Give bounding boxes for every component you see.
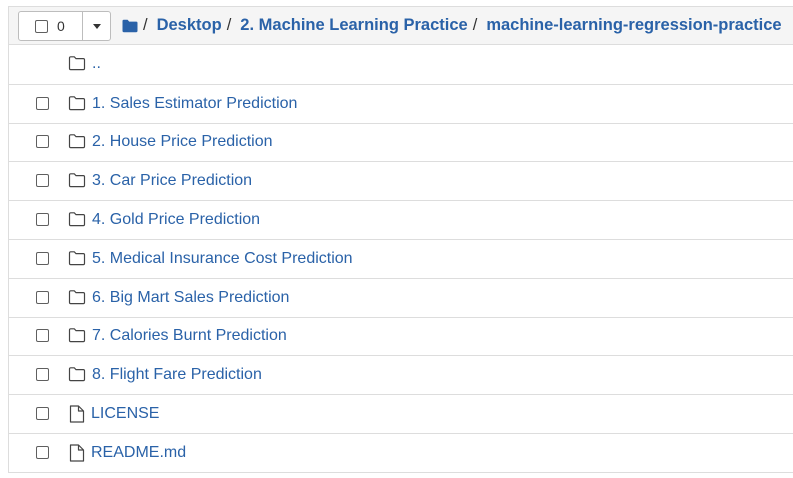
item-link[interactable]: 6. Big Mart Sales Prediction (92, 289, 289, 307)
row-checkbox[interactable] (36, 251, 49, 265)
folder-icon[interactable] (122, 19, 138, 33)
item-link[interactable]: 3. Car Price Prediction (92, 172, 252, 190)
select-all-button[interactable]: 0 (19, 12, 83, 40)
item-link[interactable]: LICENSE (91, 405, 159, 423)
folder-icon (68, 289, 86, 305)
row-checkbox[interactable] (36, 290, 49, 304)
row-checkbox[interactable] (36, 407, 49, 421)
item-link[interactable]: 5. Medical Insurance Cost Prediction (92, 250, 353, 268)
list-item[interactable]: 3. Car Price Prediction (9, 161, 793, 200)
folder-icon (68, 211, 86, 227)
row-checkbox[interactable] (36, 329, 49, 343)
folder-icon (68, 55, 86, 71)
item-link[interactable]: 4. Gold Price Prediction (92, 211, 260, 229)
breadcrumb-regression-practice[interactable]: machine-learning-regression-practice (486, 16, 781, 35)
parent-directory-link[interactable]: .. (92, 55, 101, 73)
list-item[interactable]: 1. Sales Estimator Prediction (9, 83, 793, 123)
folder-icon (68, 133, 86, 149)
folder-icon (68, 172, 86, 188)
list-item[interactable]: 4. Gold Price Prediction (9, 200, 793, 239)
row-checkbox[interactable] (36, 135, 49, 149)
select-dropdown-button[interactable] (83, 12, 110, 40)
row-checkbox[interactable] (36, 96, 49, 110)
select-all-control: 0 (18, 11, 111, 41)
file-browser: 0 / Desktop / 2. Machine Learning Practi… (8, 6, 793, 473)
breadcrumb-ml-practice[interactable]: 2. Machine Learning Practice (240, 16, 467, 35)
select-all-checkbox[interactable] (35, 19, 48, 33)
list-item[interactable]: README.md (9, 432, 793, 472)
list-item[interactable]: 6. Big Mart Sales Prediction (9, 277, 793, 317)
parent-directory-row[interactable]: .. (9, 45, 793, 84)
item-link[interactable]: README.md (91, 444, 186, 462)
item-link[interactable]: 2. House Price Prediction (92, 133, 273, 151)
row-checkbox[interactable] (36, 445, 49, 459)
item-link[interactable]: 1. Sales Estimator Prediction (92, 95, 297, 113)
breadcrumb-separator: / (472, 16, 478, 34)
list-item[interactable]: LICENSE (9, 394, 793, 433)
folder-icon (68, 327, 86, 343)
row-checkbox[interactable] (36, 368, 49, 382)
list-item[interactable]: 7. Calories Burnt Prediction (9, 316, 793, 356)
breadcrumb-separator: / (143, 16, 148, 34)
list-item[interactable]: 8. Flight Fare Prediction (9, 355, 793, 394)
folder-icon (68, 250, 86, 266)
list-item[interactable]: 2. House Price Prediction (9, 122, 793, 162)
folder-icon (68, 95, 86, 111)
file-icon (68, 444, 86, 462)
breadcrumb-separator: / (226, 16, 232, 34)
list-header: 0 / Desktop / 2. Machine Learning Practi… (9, 7, 793, 45)
folder-icon (68, 366, 86, 382)
selected-count: 0 (57, 18, 65, 34)
item-link[interactable]: 7. Calories Burnt Prediction (92, 327, 287, 345)
caret-down-icon (92, 23, 101, 29)
file-rows: .. 1. Sales Estimator Prediction 2. Hous… (9, 45, 793, 472)
file-icon (68, 405, 86, 423)
breadcrumb-desktop[interactable]: Desktop (157, 16, 222, 35)
breadcrumb: / Desktop / 2. Machine Learning Practice… (122, 7, 782, 44)
item-link[interactable]: 8. Flight Fare Prediction (92, 366, 262, 384)
row-checkbox[interactable] (36, 174, 49, 188)
list-item[interactable]: 5. Medical Insurance Cost Prediction (9, 238, 793, 278)
row-checkbox[interactable] (36, 213, 49, 227)
